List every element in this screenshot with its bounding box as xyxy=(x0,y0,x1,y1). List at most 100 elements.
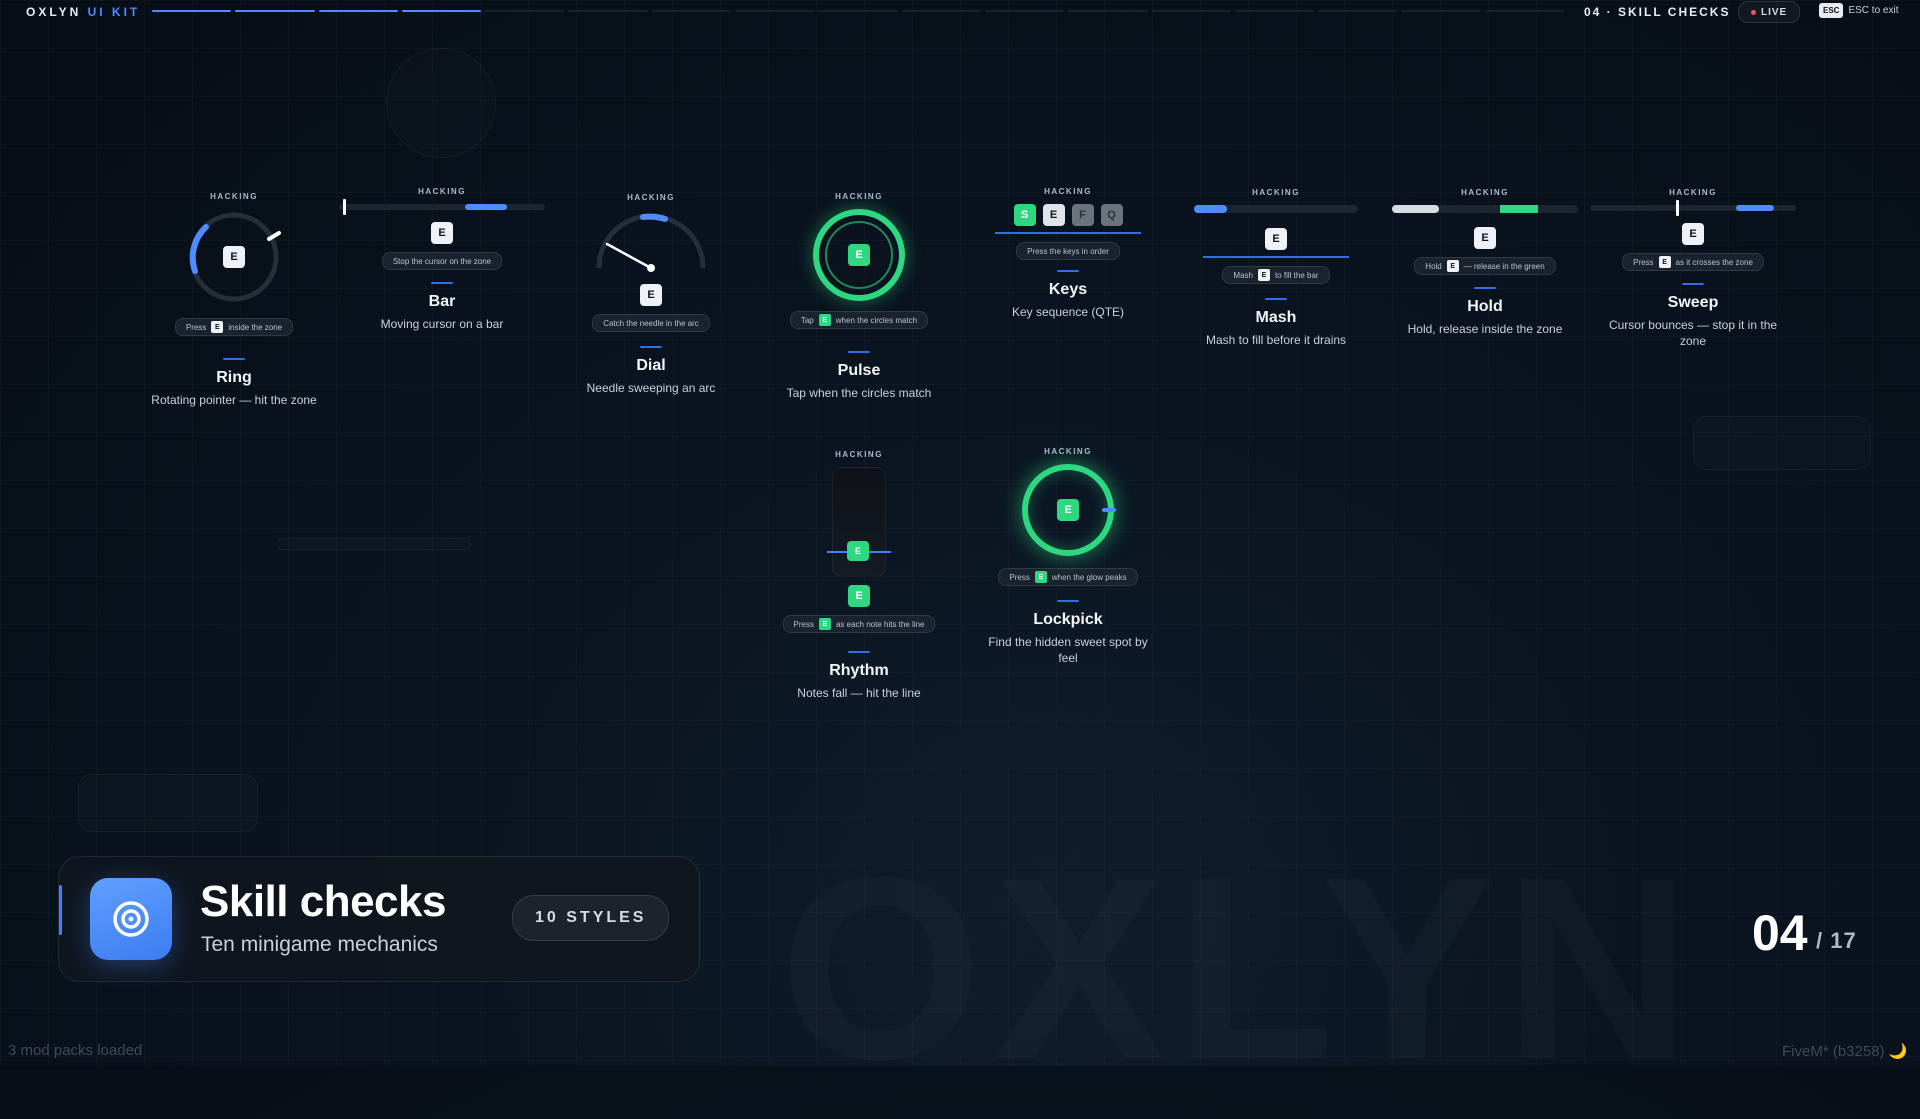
widget-title: Mash xyxy=(1255,309,1297,326)
widget-title: Rhythm xyxy=(829,662,889,679)
hint-text: inside the zone xyxy=(228,322,283,332)
live-label: LIVE xyxy=(1761,6,1788,18)
ring-key[interactable]: E xyxy=(223,246,245,268)
dial-key[interactable]: E xyxy=(640,284,662,306)
card-accent-bar xyxy=(59,885,62,935)
sweep-zone xyxy=(1736,205,1774,211)
live-dot-icon xyxy=(1751,9,1756,15)
widget-mash[interactable]: HACKING E Mash Eto fill the bar Mash Mash… xyxy=(1171,188,1381,348)
widget-description: Tap when the circles match xyxy=(786,386,932,400)
progress-segment xyxy=(1484,10,1565,12)
widget-keys[interactable]: HACKING S E F Q Press the keys in order … xyxy=(963,187,1173,320)
widget-description: Key sequence (QTE) xyxy=(1011,305,1125,319)
mash-underline xyxy=(1203,256,1349,258)
hold-track xyxy=(1392,205,1578,213)
sequence-key[interactable]: Q xyxy=(1100,204,1123,226)
bar-cursor xyxy=(343,199,346,215)
widget-description: Find the hidden sweet spot by feel xyxy=(988,635,1148,665)
esc-label: ESC to exit xyxy=(1848,5,1899,16)
esc-exit-hint[interactable]: ESC ESC to exit xyxy=(1819,3,1898,18)
widget-title: Sweep xyxy=(1667,294,1719,311)
hint-text: Hold xyxy=(1425,261,1442,271)
progress-segment xyxy=(1151,10,1231,12)
hint-text: Tap xyxy=(800,315,814,325)
hint-key-icon: E xyxy=(1658,256,1671,268)
key-sequence: S E F Q xyxy=(1013,204,1123,226)
widget-pulse[interactable]: HACKING E Tap Ewhen the circles match Pul… xyxy=(754,192,964,401)
widget-status: HACKING xyxy=(627,193,675,202)
title-divider xyxy=(640,346,662,348)
hint-key-icon: E xyxy=(818,618,831,630)
hint-text: as each note hits the line xyxy=(835,619,925,629)
widget-sweep[interactable]: HACKING E Press Eas it crosses the zone S… xyxy=(1588,188,1798,349)
title-divider xyxy=(223,358,245,360)
rhythm-note: E xyxy=(847,541,869,561)
card-title: Skill checks xyxy=(200,877,446,926)
hint-key-icon: E xyxy=(1034,571,1047,583)
hint-text: Press xyxy=(1633,257,1654,267)
widget-status: HACKING xyxy=(835,450,883,459)
widget-bar[interactable]: HACKING E Stop the cursor on the zone Ba… xyxy=(337,187,547,332)
widget-hold[interactable]: HACKING E Hold E — release in the green Ho… xyxy=(1380,188,1590,337)
widget-description: Hold, release inside the zone xyxy=(1407,322,1563,336)
progress-segment xyxy=(1234,10,1315,12)
widget-lockpick[interactable]: HACKING E Press Ewhen the glow peaks Lock… xyxy=(963,447,1173,666)
rhythm-hint: Press Eas each note hits the line xyxy=(782,615,936,633)
page-total: / 17 xyxy=(1816,928,1857,953)
hint-text: Press xyxy=(1009,572,1030,582)
sequence-key[interactable]: S xyxy=(1013,204,1036,226)
widget-status: HACKING xyxy=(1252,188,1300,197)
ring-hint: Press Einside the zone xyxy=(174,318,294,336)
mash-fill xyxy=(1194,205,1227,213)
widget-description: Rotating pointer — hit the zone xyxy=(151,393,317,407)
widget-rhythm[interactable]: HACKING E E Press Eas each note hits the … xyxy=(754,450,964,701)
mash-key[interactable]: E xyxy=(1265,228,1287,250)
progress-segment xyxy=(1401,10,1481,12)
card-subtitle: Ten minigame mechanics xyxy=(201,933,438,956)
lockpick-key[interactable]: E xyxy=(1057,499,1079,521)
sequence-key[interactable]: F xyxy=(1071,204,1094,226)
bar-zone xyxy=(465,204,507,210)
bar-hint: Stop the cursor on the zone xyxy=(381,252,503,270)
rhythm-key[interactable]: E xyxy=(848,585,870,607)
hold-key[interactable]: E xyxy=(1474,227,1496,249)
hold-fill xyxy=(1392,205,1439,213)
pulse-circles: E xyxy=(813,209,905,301)
title-divider xyxy=(1057,270,1079,272)
widget-title: Keys xyxy=(1048,281,1088,298)
dial-hint: Catch the needle in the arc xyxy=(592,314,710,332)
hint-key-icon: E xyxy=(818,314,831,326)
dial-gauge xyxy=(596,213,706,272)
ring-dial: E xyxy=(186,209,282,305)
hold-green-zone xyxy=(1500,205,1538,213)
widget-description: Mash to fill before it drains xyxy=(1205,333,1347,347)
pulse-hint: Tap Ewhen the circles match xyxy=(789,311,929,329)
progress-segment xyxy=(485,10,565,12)
live-badge: LIVE xyxy=(1738,1,1801,23)
pulse-key[interactable]: E xyxy=(848,244,870,266)
sweep-key[interactable]: E xyxy=(1682,223,1704,245)
hint-text: when the glow peaks xyxy=(1051,572,1127,582)
sequence-key[interactable]: E xyxy=(1042,204,1065,226)
hint-text: Press xyxy=(185,322,207,332)
mash-progress-bar xyxy=(1194,205,1358,213)
brand-accent: UI KIT xyxy=(87,5,141,19)
widget-status: HACKING xyxy=(210,192,258,201)
widget-status: HACKING xyxy=(1669,188,1717,197)
sweep-cursor xyxy=(1676,200,1679,216)
page-current: 04 xyxy=(1752,905,1808,961)
widget-description: Notes fall — hit the line xyxy=(797,686,921,700)
progress-segment xyxy=(901,10,981,12)
progress-segment xyxy=(318,10,398,12)
progress-segment xyxy=(818,10,898,12)
widget-title: Pulse xyxy=(837,362,881,379)
hold-hint: Hold E — release in the green xyxy=(1414,257,1556,275)
widget-dial[interactable]: HACKING E Catch the needle in the arc Di… xyxy=(546,193,756,396)
widget-description: Cursor bounces — stop it in the zone xyxy=(1608,318,1778,348)
styles-count-badge: 10 STYLES xyxy=(512,895,670,941)
title-divider xyxy=(1057,600,1079,602)
ghost-circle xyxy=(386,48,496,158)
widget-ring[interactable]: HACKING E Press Einside the zone Ring Rot… xyxy=(129,192,339,408)
widget-title: Ring xyxy=(216,369,252,386)
bar-key[interactable]: E xyxy=(431,222,453,244)
